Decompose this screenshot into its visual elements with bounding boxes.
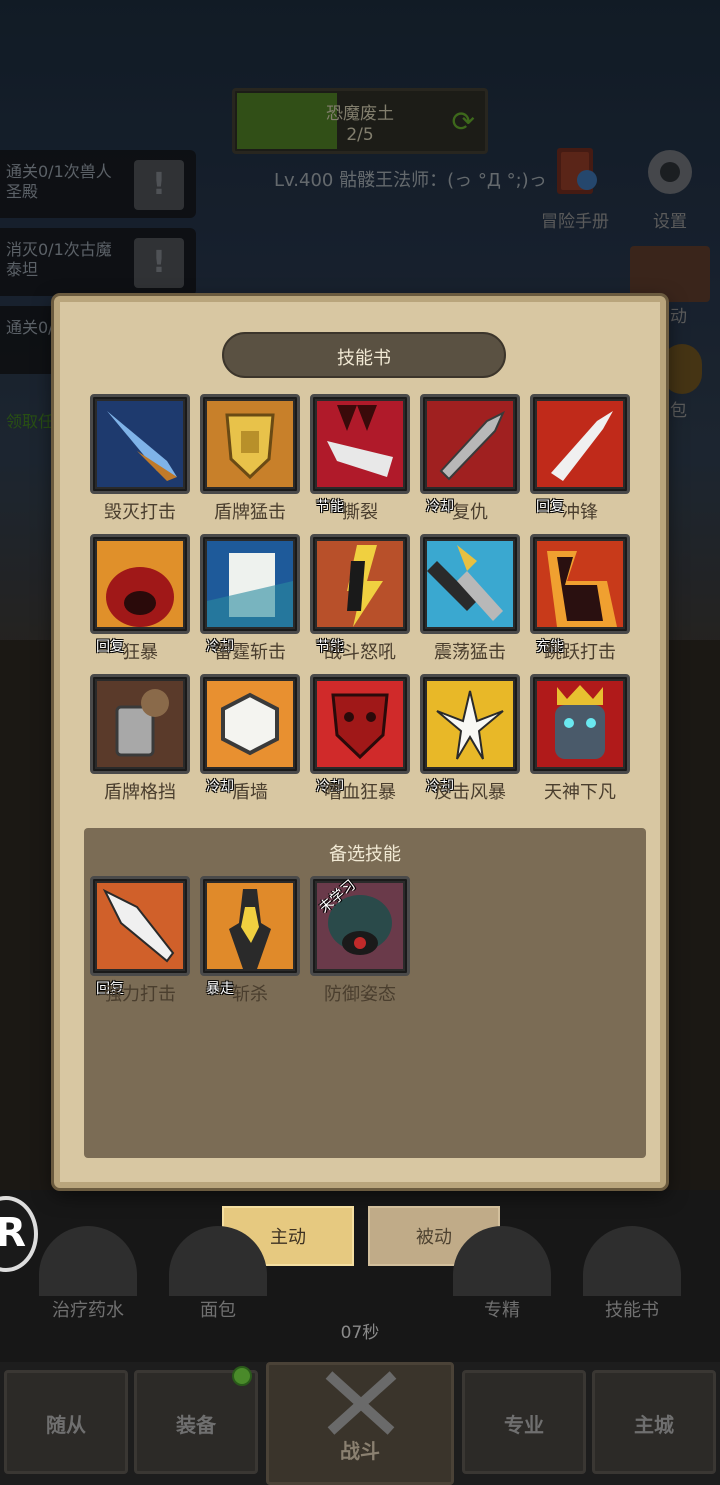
crossed-swords-icon: [325, 1371, 397, 1435]
power-strike-icon: [97, 883, 183, 969]
skill-slot[interactable]: 充能 跳跃打击: [530, 534, 630, 663]
skill-name: 盾牌格挡: [104, 782, 176, 803]
skill-slot[interactable]: 节能 战斗怒吼: [310, 534, 410, 663]
skill-slot[interactable]: 冷却 盾墙: [200, 674, 300, 803]
skill-icon-frame: [90, 394, 190, 494]
skill-icon-frame: [310, 674, 410, 774]
blood-frenzy-icon: [317, 681, 403, 767]
skill-slot[interactable]: 盾牌猛击: [200, 394, 300, 523]
nav-profession[interactable]: 专业: [462, 1370, 586, 1474]
skill-book-icon: [583, 1226, 681, 1296]
blue-lightning-slash-icon: [207, 541, 293, 627]
skill-name: 防御姿态: [324, 984, 396, 1005]
skill-icon-frame: [310, 394, 410, 494]
red-claw-icon: [317, 401, 403, 487]
battle-timer: 07秒: [340, 1323, 380, 1343]
skill-name: 毁灭打击: [104, 502, 176, 523]
skill-slot[interactable]: 回复 狂暴: [90, 534, 190, 663]
skill-slot[interactable]: 暴走 斩杀: [200, 876, 300, 1005]
specialization-label: 专精: [484, 1300, 520, 1321]
skill-name: 跳跃打击: [544, 642, 616, 663]
skill-name: 冲锋: [562, 502, 598, 523]
alternate-skills-panel: 备选技能 回复 强力打击 暴走 斩杀 未学习 防御姿态: [84, 828, 646, 1158]
skill-icon-frame: [200, 876, 300, 976]
skill-book-label: 技能书: [605, 1300, 659, 1321]
skill-name: 雷霆斩击: [214, 642, 286, 663]
modal-title: 技能书: [337, 348, 391, 369]
blue-sword-strike-icon: [97, 401, 183, 487]
skill-name: 战斗怒吼: [324, 642, 396, 663]
specialization-icon: [453, 1226, 551, 1296]
skill-name: 反击风暴: [434, 782, 506, 803]
golden-shield-fist-icon: [207, 401, 293, 487]
skill-name: 天神下凡: [544, 782, 616, 803]
skill-name: 盾牌猛击: [214, 502, 286, 523]
shout-lightning-icon: [317, 541, 403, 627]
skill-icon-frame: [420, 394, 520, 494]
skill-slot[interactable]: 回复 冲锋: [530, 394, 630, 523]
skill-name: 撕裂: [342, 502, 378, 523]
skill-icon-frame: [310, 534, 410, 634]
skill-slot[interactable]: 震荡猛击: [420, 534, 520, 663]
avatar-king-icon: [537, 681, 623, 767]
skill-name: 强力打击: [104, 984, 176, 1005]
skill-name: 狂暴: [122, 642, 158, 663]
nav-main-city[interactable]: 主城: [592, 1370, 716, 1474]
skill-icon-frame: [90, 876, 190, 976]
modal-title-bar: 技能书: [222, 332, 506, 378]
nav-battle-label: 战斗: [340, 1439, 380, 1463]
counter-storm-icon: [427, 681, 513, 767]
skill-book-button[interactable]: 技能书: [572, 1226, 692, 1322]
skill-slot[interactable]: 冷却 复仇: [420, 394, 520, 523]
skill-slot[interactable]: 冷却 雷霆斩击: [200, 534, 300, 663]
skill-icon-frame: [310, 876, 410, 976]
red-arrow-dash-icon: [537, 401, 623, 487]
specialization-button[interactable]: 专精: [442, 1226, 562, 1322]
skill-name: 复仇: [452, 502, 488, 523]
skill-icon-frame: [530, 534, 630, 634]
bread-icon: [169, 1226, 267, 1296]
skill-slot[interactable]: 天神下凡: [530, 674, 630, 803]
bread-button[interactable]: 面包: [158, 1226, 278, 1322]
skill-slot[interactable]: 节能 撕裂: [310, 394, 410, 523]
skill-slot[interactable]: 回复 强力打击: [90, 876, 190, 1005]
skill-book-modal: 技能书 毁灭打击 盾牌猛击 节能 撕裂 冷却 复仇 回复 冲锋 回复 狂暴 冷却…: [54, 296, 666, 1188]
healing-potion-button[interactable]: 治疗药水: [28, 1226, 148, 1322]
skill-slot[interactable]: 冷却 反击风暴: [420, 674, 520, 803]
skill-icon-frame: [530, 674, 630, 774]
skill-icon-frame: [90, 534, 190, 634]
nav-battle[interactable]: 战斗: [266, 1362, 454, 1485]
healing-potion-label: 治疗药水: [52, 1300, 124, 1321]
bread-label: 面包: [200, 1300, 236, 1321]
shield-block-warrior-icon: [97, 681, 183, 767]
skill-icon-frame: [530, 394, 630, 494]
skill-slot[interactable]: 冷却 嗜血狂暴: [310, 674, 410, 803]
potion-icon: [39, 1226, 137, 1296]
skill-slot[interactable]: 毁灭打击: [90, 394, 190, 523]
notification-dot: [232, 1366, 252, 1386]
skill-icon-frame: [200, 534, 300, 634]
execute-icon: [207, 883, 293, 969]
skill-icon-frame: [420, 674, 520, 774]
skill-name: 嗜血狂暴: [324, 782, 396, 803]
skill-name: 盾墙: [232, 782, 268, 803]
skill-icon-frame: [90, 674, 190, 774]
skill-slot[interactable]: 未学习 防御姿态: [310, 876, 410, 1005]
skill-icon-frame: [420, 534, 520, 634]
skill-icon-frame: [200, 394, 300, 494]
skill-icon-frame: [200, 674, 300, 774]
skill-name: 震荡猛击: [434, 642, 506, 663]
nav-followers[interactable]: 随从: [4, 1370, 128, 1474]
shock-hammer-icon: [427, 541, 513, 627]
skill-slot[interactable]: 盾牌格挡: [90, 674, 190, 803]
alternate-skills-title: 备选技能: [329, 844, 401, 865]
bottom-navigation: 随从 装备 战斗 专业 主城: [0, 1362, 720, 1485]
leap-strike-icon: [537, 541, 623, 627]
red-hood-berserker-icon: [97, 541, 183, 627]
skill-name: 斩杀: [232, 984, 268, 1005]
shield-wall-icon: [207, 681, 293, 767]
red-blade-icon: [427, 401, 513, 487]
